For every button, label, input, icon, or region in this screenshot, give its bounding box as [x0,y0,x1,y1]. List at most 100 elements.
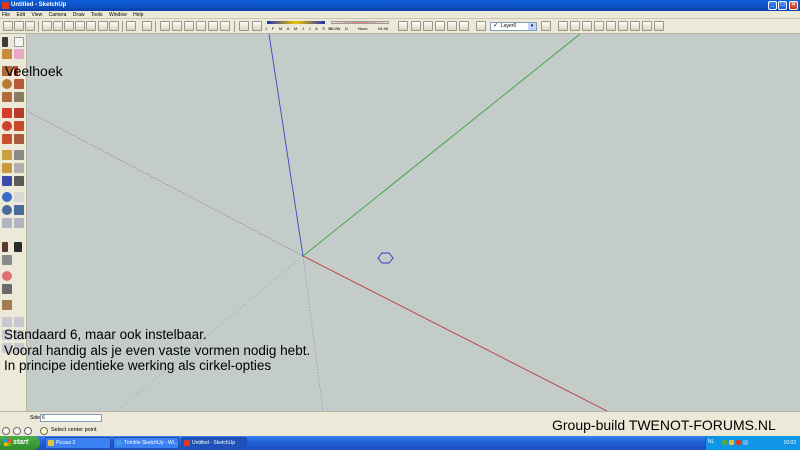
taskbar-item-sketchup[interactable]: Untitled - SketchUp [181,437,247,449]
menu-window[interactable]: Window [109,12,127,18]
flip-edge-icon[interactable] [630,21,640,31]
protractor-tool-icon[interactable] [2,163,12,173]
month-slider[interactable] [267,21,325,24]
taskbar-item-picasa[interactable]: Picasa 3 [45,437,111,449]
previous-view-icon[interactable] [2,218,12,228]
minimize-button[interactable]: _ [768,1,777,10]
select-arrow-icon[interactable] [42,21,52,31]
drape-icon[interactable] [606,21,616,31]
layer-dropdown[interactable]: ✓ Layer0 ▾ [490,22,537,31]
scale-tool-icon[interactable] [2,134,12,144]
layers-window-icon[interactable] [541,21,551,31]
eraser-icon[interactable] [14,49,24,59]
style-icon-1[interactable] [2,317,12,327]
get-models-icon[interactable] [642,21,652,31]
front-view-icon[interactable] [184,21,194,31]
xray-icon[interactable] [398,21,408,31]
dimension-tool-icon[interactable] [14,150,24,160]
walk-tool-icon[interactable] [14,242,22,252]
layers-icon[interactable] [2,300,12,310]
sandbox-from-contours-icon[interactable] [558,21,568,31]
credits-icon[interactable] [13,427,21,435]
smoove-icon[interactable] [582,21,592,31]
orbit-tool-icon[interactable] [2,192,12,202]
redo-icon[interactable] [109,21,119,31]
language-indicator[interactable]: NL [708,439,714,445]
iso-view-icon[interactable] [160,21,170,31]
tray-security-icon[interactable] [736,440,741,445]
top-view-icon[interactable] [172,21,182,31]
stamp-icon[interactable] [594,21,604,31]
shaded-icon[interactable] [435,21,445,31]
taskbar-item-trimble-sketchup[interactable]: Trimble SketchUp - Wi... [113,437,179,449]
shadow-settings-icon[interactable] [239,21,249,31]
look-around-icon[interactable] [2,255,12,265]
zoom-tool-icon[interactable] [2,205,12,215]
menu-file[interactable]: File [2,12,10,18]
time-slider[interactable] [331,21,389,24]
tray-volume-icon[interactable] [743,440,748,445]
geo-location-icon[interactable] [2,427,10,435]
select-tool-icon[interactable] [2,37,8,47]
menu-edit[interactable]: Edit [16,12,25,18]
cut-icon[interactable] [53,21,63,31]
monochrome-icon[interactable] [459,21,469,31]
wireframe-icon[interactable] [411,21,421,31]
left-view-icon[interactable] [220,21,230,31]
section-plane-icon[interactable] [2,271,12,281]
arc-tool-icon[interactable] [14,79,24,89]
add-detail-icon[interactable] [618,21,628,31]
maximize-button[interactable]: □ [778,1,787,10]
axes-tool-icon[interactable] [2,176,12,186]
hidden-line-icon[interactable] [423,21,433,31]
sandbox-from-scratch-icon[interactable] [570,21,580,31]
copy-icon[interactable] [64,21,74,31]
follow-me-tool-icon[interactable] [14,121,24,131]
help-icon[interactable] [40,427,48,435]
menu-help[interactable]: Help [133,12,143,18]
save-icon[interactable] [25,21,35,31]
open-file-icon[interactable] [14,21,24,31]
make-component-icon[interactable] [14,37,24,47]
next-view-icon[interactable] [14,218,24,228]
menu-draw[interactable]: Draw [73,12,85,18]
right-view-icon[interactable] [196,21,206,31]
style-icon-2[interactable] [14,317,24,327]
paint-bucket-icon[interactable] [2,49,12,59]
user-icon[interactable] [24,427,32,435]
offset-tool-icon[interactable] [14,134,24,144]
polygon-tool-icon[interactable] [2,92,12,102]
push-pull-tool-icon[interactable] [14,108,24,118]
back-view-icon[interactable] [208,21,218,31]
position-camera-icon[interactable] [2,242,8,252]
3d-text-tool-icon[interactable] [14,176,24,186]
pan-tool-icon[interactable] [14,192,24,202]
menu-view[interactable]: View [31,12,42,18]
circle-tool-icon[interactable] [2,79,12,89]
erase-x-icon[interactable] [86,21,96,31]
zoom-window-icon[interactable] [14,205,24,215]
paste-icon[interactable] [75,21,85,31]
display-section-icon[interactable] [2,284,12,294]
menu-camera[interactable]: Camera [49,12,67,18]
freehand-tool-icon[interactable] [14,92,24,102]
rotate-tool-icon[interactable] [2,121,12,131]
start-button[interactable]: start [0,436,40,450]
tray-network-icon[interactable] [722,440,727,445]
print-icon[interactable] [126,21,136,31]
tape-measure-icon[interactable] [2,150,12,160]
layer-manager-icon[interactable] [476,21,486,31]
close-button[interactable]: × [789,1,798,10]
share-model-icon[interactable] [654,21,664,31]
menu-tools[interactable]: Tools [91,12,103,18]
chevron-down-icon[interactable]: ▾ [528,23,536,30]
display-shadows-icon[interactable] [252,21,262,31]
shaded-textures-icon[interactable] [447,21,457,31]
model-info-icon[interactable] [142,21,152,31]
move-tool-icon[interactable] [2,108,12,118]
measurements-input[interactable]: 6 [40,414,102,422]
tray-app-icon[interactable] [729,440,734,445]
new-file-icon[interactable] [3,21,13,31]
undo-icon[interactable] [98,21,108,31]
text-tool-icon[interactable] [14,163,24,173]
